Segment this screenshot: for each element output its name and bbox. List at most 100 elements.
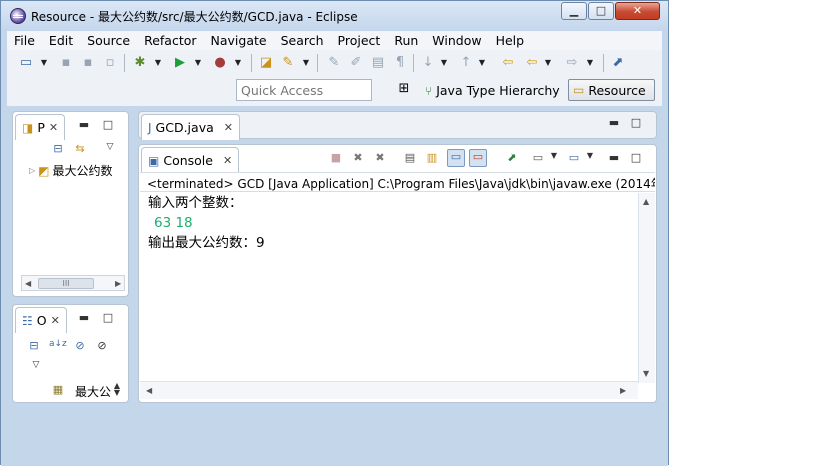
scroll-lock-icon[interactable]: ▥ [425, 151, 439, 164]
save-all-icon[interactable]: ▪ [79, 54, 97, 72]
minimize-view-icon[interactable]: ▬ [607, 151, 621, 164]
perspective-java-type-hierarchy[interactable]: ⑂ Java Type Hierarchy [421, 80, 564, 101]
scroll-down-icon[interactable]: ▼ [643, 369, 649, 378]
terminate-icon[interactable]: ■ [329, 151, 343, 164]
previous-annotation-icon[interactable]: ↑ [457, 54, 475, 72]
scroll-right-icon[interactable]: ▶ [115, 279, 121, 288]
menu-help[interactable]: Help [489, 33, 532, 48]
maximize-view-icon[interactable]: □ [629, 151, 643, 164]
print-icon[interactable]: ▫ [101, 54, 119, 72]
close-icon[interactable]: ✕ [49, 121, 58, 134]
previous-annotation-dropdown-icon[interactable]: ▼ [477, 54, 487, 72]
remove-all-terminated-icon[interactable]: ✖ [373, 151, 387, 164]
new-icon[interactable]: ▭ [17, 54, 35, 72]
expand-arrow-icon[interactable]: ▷ [29, 166, 35, 175]
search-tool-icon[interactable]: ✎ [279, 54, 297, 72]
show-on-stderr-icon[interactable]: ▭ [469, 149, 487, 167]
collapse-all-icon[interactable]: ⊟ [27, 339, 41, 352]
scroll-up-icon[interactable]: ▲ [643, 197, 649, 206]
menu-edit[interactable]: Edit [42, 33, 80, 48]
maximize-view-icon[interactable]: □ [101, 118, 115, 131]
display-console-dropdown-icon[interactable]: ▼ [547, 151, 561, 160]
hide-fields-icon[interactable]: ⊘ [73, 339, 87, 352]
search-tool-dropdown-icon[interactable]: ▼ [301, 54, 311, 72]
run-icon[interactable]: ▶ [171, 54, 189, 72]
display-console-icon[interactable]: ▭ [531, 151, 545, 164]
scroll-left-icon[interactable]: ◀ [25, 279, 31, 288]
external-tools-icon[interactable]: ● [211, 54, 229, 72]
link-with-editor-icon[interactable]: ⇆ [73, 142, 87, 155]
minimize-view-icon[interactable]: ▬ [607, 116, 621, 129]
open-perspective-icon[interactable]: ⊞ [395, 81, 413, 99]
vertical-scrollbar[interactable]: ▲ ▼ [638, 193, 655, 383]
menu-search[interactable]: Search [274, 33, 331, 48]
next-annotation-dropdown-icon[interactable]: ▼ [439, 54, 449, 72]
save-icon[interactable]: ▪ [57, 54, 75, 72]
menu-run[interactable]: Run [387, 33, 425, 48]
minimize-view-icon[interactable]: ▬ [77, 311, 91, 324]
view-menu-icon[interactable]: ▽ [103, 142, 117, 152]
minimize-button[interactable]: ▁ [561, 2, 587, 20]
toolbar-separator [251, 54, 252, 72]
tab-package-explorer[interactable]: ◨ P ✕ [15, 114, 66, 140]
close-icon[interactable]: ✕ [224, 121, 233, 134]
toggle-breadcrumb-icon[interactable]: ✐ [347, 54, 365, 72]
block-selection-icon[interactable]: ▤ [369, 54, 387, 72]
quick-access-input[interactable] [236, 79, 372, 101]
open-console-dropdown-icon[interactable]: ▼ [583, 151, 597, 160]
next-annotation-icon[interactable]: ↓ [419, 54, 437, 72]
tab-gcd-java[interactable]: J GCD.java ✕ [141, 114, 240, 140]
menu-source[interactable]: Source [80, 33, 137, 48]
spinner-icon[interactable]: ▲ ▼ [110, 382, 124, 397]
debug-icon[interactable]: ✱ [131, 54, 149, 72]
maximize-button[interactable]: □ [588, 2, 614, 20]
menu-refactor[interactable]: Refactor [137, 33, 203, 48]
menu-file[interactable]: File [7, 33, 42, 48]
title-bar[interactable]: Resource - 最大公约数/src/最大公约数/GCD.java - Ec… [1, 1, 668, 31]
minimize-view-icon[interactable]: ▬ [77, 118, 91, 131]
outline-item[interactable]: 最大公 [75, 383, 111, 400]
forward-icon[interactable]: ⇨ [563, 54, 581, 72]
external-tools-dropdown-icon[interactable]: ▼ [233, 54, 243, 72]
open-project-icon[interactable]: ◪ [257, 54, 275, 72]
maximize-view-icon[interactable]: □ [629, 116, 643, 129]
perspective-resource[interactable]: ▭ Resource [568, 79, 655, 101]
run-dropdown-icon[interactable]: ▼ [193, 54, 203, 72]
toggle-mark-icon[interactable]: ✎ [325, 54, 343, 72]
pin-editor-icon[interactable]: ⬈ [609, 54, 627, 72]
tab-console[interactable]: ▣ Console ✕ [141, 147, 240, 173]
menu-navigate[interactable]: Navigate [204, 33, 274, 48]
console-output[interactable]: 输入两个整数： 63 18 输出最大公约数：9 [140, 193, 636, 381]
project-tree-item[interactable]: ▷ ◩ 最大公约数 [29, 162, 113, 179]
back-icon[interactable]: ⇦ [523, 54, 541, 72]
back-dropdown-icon[interactable]: ▼ [543, 54, 553, 72]
close-button[interactable]: ✕ [615, 2, 660, 20]
maximize-view-icon[interactable]: □ [101, 311, 115, 324]
editor-area: J GCD.java ✕ ▬ □ [138, 111, 657, 140]
horizontal-scrollbar[interactable]: ◀ III ▶ [21, 275, 125, 291]
scroll-left-icon[interactable]: ◀ [146, 386, 152, 395]
remove-launch-icon[interactable]: ✖ [351, 151, 365, 164]
menu-project[interactable]: Project [331, 33, 388, 48]
close-icon[interactable]: ✕ [51, 314, 60, 327]
collapse-all-icon[interactable]: ⊟ [51, 142, 65, 155]
view-menu-icon[interactable]: ▽ [29, 360, 43, 370]
scrollbar-thumb[interactable]: III [38, 278, 94, 289]
debug-dropdown-icon[interactable]: ▼ [153, 54, 163, 72]
show-whitespace-icon[interactable]: ¶ [391, 54, 409, 72]
pin-console-icon[interactable]: ⬈ [505, 151, 519, 164]
show-on-stdout-icon[interactable]: ▭ [447, 149, 465, 167]
new-dropdown-icon[interactable]: ▼ [39, 54, 49, 72]
horizontal-scrollbar[interactable]: ◀ ▶ [140, 381, 638, 399]
open-console-icon[interactable]: ▭ [567, 151, 581, 164]
hide-static-icon[interactable]: ⊘ [95, 339, 109, 352]
scroll-right-icon[interactable]: ▶ [620, 386, 626, 395]
menu-window[interactable]: Window [425, 33, 488, 48]
close-icon[interactable]: ✕ [223, 154, 232, 167]
java-project-icon: ◩ [38, 163, 50, 178]
forward-dropdown-icon[interactable]: ▼ [585, 54, 595, 72]
tab-outline[interactable]: ☷ O ✕ [15, 307, 67, 333]
last-edit-location-icon[interactable]: ⇦ [499, 54, 517, 72]
clear-console-icon[interactable]: ▤ [403, 151, 417, 164]
sort-icon[interactable]: a↓z [49, 339, 67, 349]
